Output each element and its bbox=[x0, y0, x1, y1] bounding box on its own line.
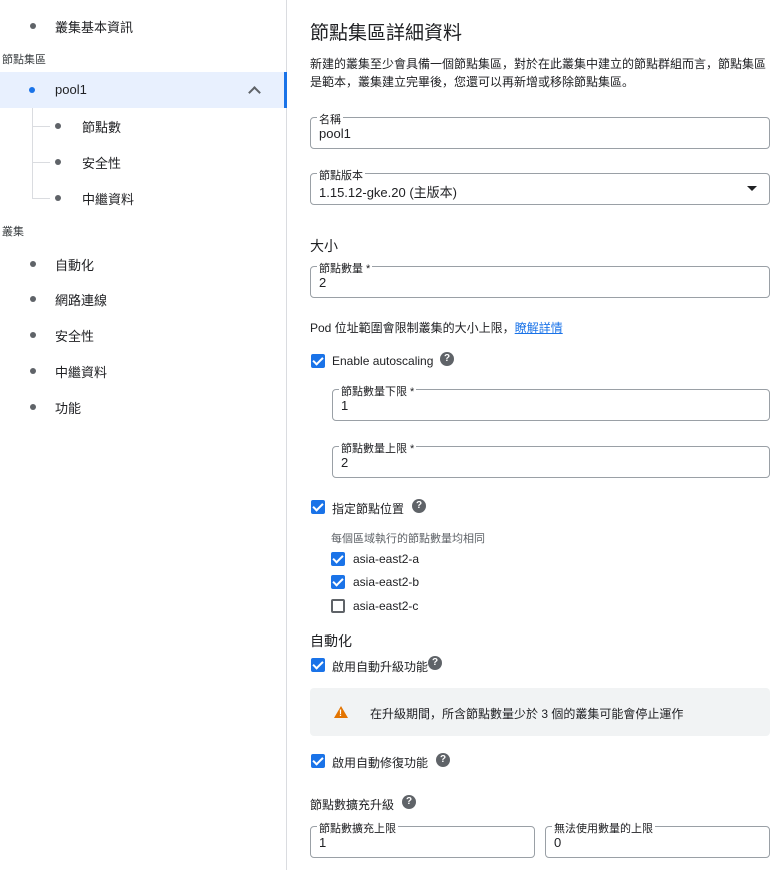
help-icon[interactable]: ? bbox=[436, 753, 450, 767]
learn-more-link[interactable]: 瞭解詳情 bbox=[515, 321, 563, 335]
node-count-field[interactable]: 節點數量 * 2 bbox=[310, 260, 770, 298]
pod-note: Pod 位址範圍會限制叢集的大小上限，瞭解詳情 bbox=[310, 319, 563, 336]
node-locations-checkbox[interactable] bbox=[311, 500, 325, 514]
node-locations-label: 指定節點位置 bbox=[332, 502, 405, 516]
help-icon[interactable]: ? bbox=[412, 499, 426, 513]
min-nodes-field[interactable]: 節點數量下限 * 1 bbox=[332, 383, 770, 421]
field-label: 節點數量上限 * bbox=[339, 440, 417, 456]
bullet-icon bbox=[30, 404, 36, 410]
nav-label: 中繼資料 bbox=[55, 364, 108, 380]
nav-label: pool1 bbox=[55, 82, 87, 97]
bullet-icon bbox=[30, 23, 36, 29]
autoscaling-checkbox[interactable] bbox=[311, 354, 325, 368]
nav-label: 自動化 bbox=[55, 257, 95, 273]
max-unavailable-field[interactable]: 無法使用數量的上限 0 bbox=[545, 820, 770, 858]
nav-item-networking[interactable]: 網路連線 bbox=[0, 289, 287, 309]
field-label: 節點數擴充上限 bbox=[317, 820, 398, 836]
field-value: pool1 bbox=[319, 126, 351, 141]
nav-label: 叢集基本資訊 bbox=[55, 19, 134, 35]
zones-note: 每個區域執行的節點數量均相同 bbox=[331, 533, 485, 545]
warning-text: 在升級期間，所含節點數量少於 3 個的叢集可能會停止運作 bbox=[370, 707, 684, 721]
nav-item-pool-metadata[interactable]: 中繼資料 bbox=[0, 188, 287, 208]
pod-note-text: Pod 位址範圍會限制叢集的大小上限， bbox=[310, 321, 515, 335]
bullet-icon bbox=[30, 332, 36, 338]
nav-item-pool1[interactable]: pool1 bbox=[0, 72, 287, 108]
bullet-icon bbox=[29, 87, 35, 93]
page-title: 節點集區詳細資料 bbox=[310, 23, 463, 44]
nav-label: 安全性 bbox=[82, 155, 122, 171]
nav-label: 網路連線 bbox=[55, 292, 108, 308]
zone-label: asia-east2-b bbox=[353, 575, 420, 589]
page-description: 新建的叢集至少會具備一個節點集區，對於在此叢集中建立的節點群組而言，節點集區是範… bbox=[310, 57, 767, 89]
bullet-icon bbox=[55, 123, 61, 129]
surge-heading: 節點數擴充升級 bbox=[310, 798, 395, 812]
auto-upgrade-checkbox[interactable] bbox=[311, 658, 325, 672]
dropdown-arrow-icon[interactable] bbox=[747, 186, 757, 191]
field-value: 2 bbox=[341, 455, 349, 470]
bullet-icon bbox=[30, 368, 36, 374]
field-value: 1.15.12-gke.20 (主版本) bbox=[319, 185, 458, 200]
max-surge-field[interactable]: 節點數擴充上限 1 bbox=[310, 820, 535, 858]
help-icon[interactable]: ? bbox=[440, 352, 454, 366]
upgrade-warning: ! 在升級期間，所含節點數量少於 3 個的叢集可能會停止運作 bbox=[310, 688, 770, 736]
automation-heading: 自動化 bbox=[310, 633, 352, 649]
nav-item-metadata[interactable]: 中繼資料 bbox=[0, 361, 287, 381]
section-label-cluster: 叢集 bbox=[2, 226, 24, 238]
field-value: 1 bbox=[341, 398, 349, 413]
node-version-select[interactable]: 節點版本 1.15.12-gke.20 (主版本) bbox=[310, 167, 770, 205]
auto-upgrade-label: 啟用自動升級功能 bbox=[332, 660, 429, 674]
field-label: 無法使用數量的上限 bbox=[552, 820, 655, 836]
zone-checkbox-c[interactable] bbox=[331, 599, 345, 613]
nav-item-automation[interactable]: 自動化 bbox=[0, 254, 287, 274]
bullet-icon bbox=[55, 195, 61, 201]
field-value: 1 bbox=[319, 835, 327, 850]
chevron-up-icon[interactable] bbox=[248, 86, 261, 99]
section-label-node-pools: 節點集區 bbox=[2, 54, 46, 66]
auto-repair-label: 啟用自動修復功能 bbox=[332, 756, 429, 770]
bullet-icon bbox=[55, 159, 61, 165]
zone-label: asia-east2-a bbox=[353, 552, 420, 566]
zone-label: asia-east2-c bbox=[353, 599, 419, 613]
field-value: 2 bbox=[319, 275, 327, 290]
field-label: 節點版本 bbox=[317, 167, 365, 183]
zone-checkbox-a[interactable] bbox=[331, 552, 345, 566]
nav-label: 中繼資料 bbox=[82, 191, 135, 207]
size-heading: 大小 bbox=[310, 238, 338, 254]
zone-checkbox-b[interactable] bbox=[331, 575, 345, 589]
field-value: 0 bbox=[554, 835, 562, 850]
nav-label: 功能 bbox=[55, 400, 82, 416]
nav-item-features[interactable]: 功能 bbox=[0, 397, 287, 417]
bullet-icon bbox=[30, 261, 36, 267]
nav-item-pool-security[interactable]: 安全性 bbox=[0, 152, 287, 172]
field-label: 節點數量 * bbox=[317, 260, 373, 276]
autoscaling-label: Enable autoscaling bbox=[332, 354, 434, 368]
bullet-icon bbox=[30, 296, 36, 302]
left-nav: 叢集基本資訊 節點集區 pool1 節點數 安全性 中繼資料 叢集 自動化 網路… bbox=[0, 0, 287, 870]
nav-label: 安全性 bbox=[55, 328, 95, 344]
field-label: 名稱 bbox=[317, 111, 343, 127]
help-icon[interactable]: ? bbox=[428, 656, 442, 670]
name-field[interactable]: 名稱 pool1 bbox=[310, 111, 770, 149]
help-icon[interactable]: ? bbox=[402, 795, 416, 809]
nav-item-security[interactable]: 安全性 bbox=[0, 325, 287, 345]
nav-item-cluster-basics[interactable]: 叢集基本資訊 bbox=[0, 16, 287, 36]
active-indicator bbox=[284, 72, 287, 108]
warning-icon: ! bbox=[334, 706, 348, 718]
nav-label: 節點數 bbox=[82, 119, 122, 135]
auto-repair-checkbox[interactable] bbox=[311, 754, 325, 768]
field-label: 節點數量下限 * bbox=[339, 383, 417, 399]
max-nodes-field[interactable]: 節點數量上限 * 2 bbox=[332, 440, 770, 478]
nav-item-node-count[interactable]: 節點數 bbox=[0, 116, 287, 136]
